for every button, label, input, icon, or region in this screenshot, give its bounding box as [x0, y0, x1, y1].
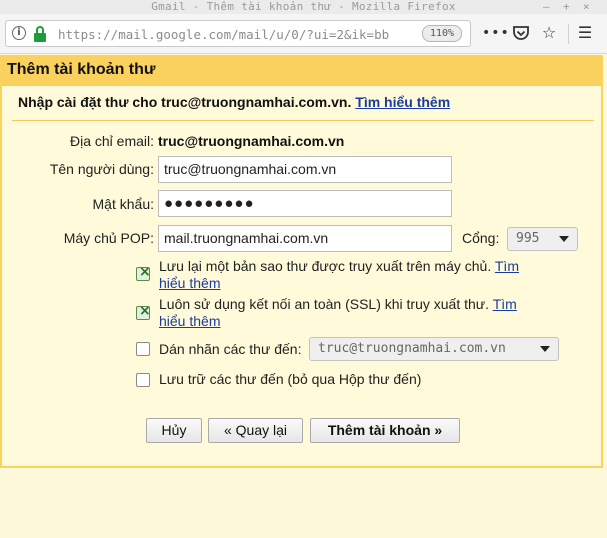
browser-navbar: i https://mail.google.com/mail/u/0/?ui=2…	[0, 14, 607, 54]
leave-copy-learn-more-link[interactable]: Tìm	[495, 258, 519, 274]
password-input[interactable]: ●●●●●●●●●	[158, 190, 452, 217]
toolbar-separator	[568, 24, 569, 44]
username-label: Tên người dùng:	[49, 161, 154, 177]
port-select[interactable]: 995	[507, 227, 578, 251]
cancel-button[interactable]: Hủy	[146, 418, 202, 443]
pop-server-label: Máy chủ POP:	[63, 230, 154, 246]
port-value: 995	[516, 231, 540, 246]
zoom-indicator[interactable]: 110%	[422, 25, 462, 42]
page-info-icon[interactable]: i	[12, 26, 26, 40]
ssl-learn-more-link[interactable]: Tìm	[493, 296, 517, 312]
panel-body: Nhập cài đặt thư cho truc@truongnamhai.c…	[2, 86, 601, 466]
learn-more-link[interactable]: Tìm hiểu thêm	[355, 94, 450, 110]
hamburger-menu-icon[interactable]: ☰	[574, 22, 596, 44]
username-input[interactable]: truc@truongnamhai.com.vn	[158, 156, 452, 183]
pocket-icon[interactable]	[510, 22, 532, 44]
window-title: Gmail - Thêm tài khoản thư - Mozilla Fir…	[151, 0, 456, 13]
leave-copy-text: Lưu lại một bản sao thư được truy xuất t…	[159, 258, 519, 291]
back-button[interactable]: « Quay lại	[208, 418, 303, 443]
lock-icon[interactable]	[33, 26, 47, 42]
more-icon[interactable]: •••	[482, 22, 509, 44]
maximize-button[interactable]: +	[563, 0, 570, 13]
leave-copy-learn-more-link-cont[interactable]: hiểu thêm	[159, 275, 220, 291]
divider	[12, 120, 594, 121]
chevron-down-icon	[559, 236, 569, 242]
add-account-button[interactable]: Thêm tài khoản »	[310, 418, 460, 443]
ssl-learn-more-link-cont[interactable]: hiểu thêm	[159, 313, 220, 329]
ssl-text: Luôn sử dụng kết nối an toàn (SSL) khi t…	[159, 296, 517, 329]
page-title: Thêm tài khoản thư	[7, 61, 156, 78]
instruction-prefix: Nhập cài đặt thư cho truc@truongnamhai.c…	[18, 94, 352, 110]
password-label: Mật khẩu:	[92, 196, 154, 212]
leave-copy-checkbox[interactable]	[136, 264, 151, 281]
archive-checkbox[interactable]	[136, 373, 150, 387]
archive-text: Lưu trữ các thư đến (bỏ qua Hộp thư đến)	[159, 371, 422, 387]
port-label: Cổng:	[462, 230, 500, 246]
email-value: truc@truongnamhai.com.vn	[158, 133, 345, 149]
bookmark-star-icon[interactable]: ☆	[538, 22, 560, 44]
add-mail-account-panel: Thêm tài khoản thư Nhập cài đặt thư cho …	[0, 55, 603, 468]
minimize-button[interactable]: –	[543, 0, 550, 13]
label-select-value: truc@truongnamhai.com.vn	[318, 341, 506, 356]
email-label: Địa chỉ email:	[69, 133, 154, 149]
label-select[interactable]: truc@truongnamhai.com.vn	[309, 337, 559, 361]
pop-server-input[interactable]: mail.truongnamhai.com.vn	[158, 225, 452, 252]
panel-header: Thêm tài khoản thư	[2, 55, 601, 86]
instruction-text: Nhập cài đặt thư cho truc@truongnamhai.c…	[18, 94, 450, 110]
chevron-down-icon	[540, 346, 550, 352]
url-bar[interactable]: i https://mail.google.com/mail/u/0/?ui=2…	[5, 20, 471, 47]
close-window-button[interactable]: ×	[583, 0, 590, 13]
ssl-checkbox[interactable]	[136, 303, 151, 320]
window-titlebar: Gmail - Thêm tài khoản thư - Mozilla Fir…	[0, 0, 607, 14]
label-incoming-checkbox[interactable]	[136, 342, 150, 356]
url-text[interactable]: https://mail.google.com/mail/u/0/?ui=2&i…	[58, 26, 413, 44]
label-incoming-text: Dán nhãn các thư đến:	[159, 341, 302, 357]
